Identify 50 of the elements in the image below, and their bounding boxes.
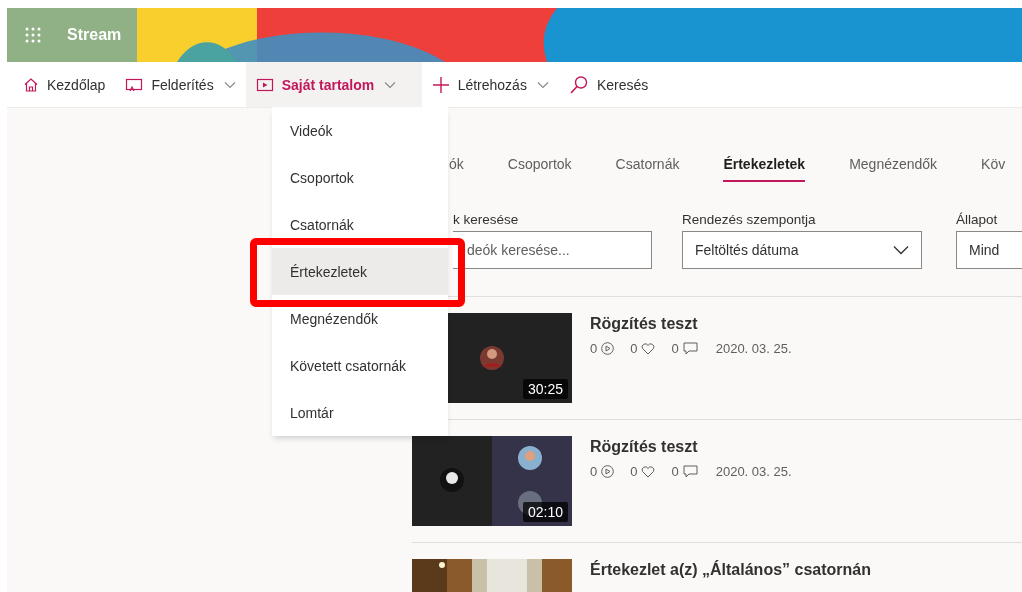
field-label: Rendezés szempontja — [682, 212, 817, 227]
comment-icon — [682, 342, 698, 355]
status-dropdown[interactable]: Mind — [956, 231, 1022, 269]
home-icon — [23, 76, 39, 93]
video-title[interactable]: Rögzítés teszt — [590, 438, 792, 456]
content-tab[interactable]: Csoportok — [507, 140, 572, 182]
nav-tab[interactable]: Saját tartalom — [245, 62, 422, 107]
nav-tab[interactable]: Létrehozás — [421, 62, 559, 107]
video-icon — [255, 77, 274, 92]
content-tab[interactable]: Megnézendők — [849, 140, 938, 182]
nav-tab[interactable]: Felderítés — [115, 62, 246, 107]
menu-item[interactable]: Követett csatornák — [272, 352, 448, 379]
likes-count: 0 — [630, 464, 638, 479]
video-title[interactable]: Rögzítés teszt — [590, 315, 792, 333]
app-launcher-icon[interactable] — [25, 27, 41, 43]
comments-count: 0 — [671, 464, 679, 479]
upload-date: 2020. 03. 25. — [715, 464, 792, 479]
search-icon — [568, 74, 589, 95]
sort-dropdown[interactable]: Feltöltés dátuma — [682, 231, 922, 269]
search-field[interactable]: deók keresése... — [453, 231, 652, 269]
duration-badge: 02:10 — [522, 502, 568, 522]
comment-icon — [682, 465, 698, 478]
screen-icon — [125, 76, 144, 93]
likes-count: 0 — [630, 341, 638, 356]
duration-badge: 30:25 — [522, 379, 568, 399]
menu-item[interactable]: Megnézendők — [272, 305, 448, 332]
content-tab[interactable]: Köv — [981, 140, 1006, 182]
chevron-icon — [893, 245, 909, 255]
views-count: 0 — [590, 464, 598, 479]
menu-item[interactable]: Csoportok — [272, 164, 448, 191]
menu-item[interactable]: Csatornák — [272, 211, 448, 238]
field-label: Állapot — [956, 212, 999, 227]
menu-item[interactable]: Lomtár — [272, 399, 448, 426]
field-label: k keresése — [453, 212, 520, 227]
play-icon — [601, 465, 615, 478]
upload-date: 2020. 03. 25. — [715, 341, 792, 356]
comments-count: 0 — [671, 341, 679, 356]
views-count: 0 — [590, 341, 598, 356]
play-icon — [601, 342, 615, 355]
heart-icon — [641, 342, 656, 355]
nav-tab[interactable]: Keresés — [558, 62, 659, 107]
content-tab[interactable]: ók — [449, 140, 464, 182]
heart-icon — [641, 465, 656, 478]
plus-icon — [431, 75, 450, 94]
content-tab[interactable]: Csatornák — [615, 140, 680, 182]
video-title[interactable]: Értekezlet a(z) „Általános” csatornán — [590, 561, 871, 579]
nav-tab[interactable]: Kezdőlap — [7, 62, 116, 107]
menu-item[interactable]: Videók — [272, 117, 448, 144]
content-tab[interactable]: Értekezletek — [723, 140, 806, 182]
menu-item[interactable]: Értekezletek — [272, 248, 448, 295]
